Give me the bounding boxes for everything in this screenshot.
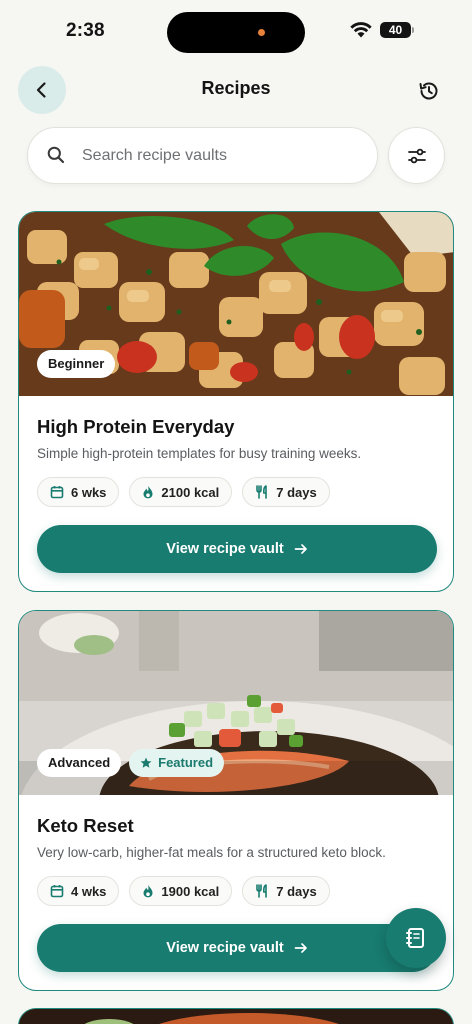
featured-badge: Featured: [129, 749, 225, 777]
history-button[interactable]: [414, 76, 444, 106]
page-title: Recipes: [201, 78, 271, 98]
days-value: 7 days: [276, 484, 317, 500]
recipe-card[interactable]: Beginner High Protein Everyday Simple hi…: [18, 211, 454, 592]
level-badge: Advanced: [37, 749, 122, 777]
notebook-icon: [406, 928, 424, 948]
calendar-icon: [50, 885, 64, 898]
badge-row: Advanced Featured: [37, 749, 225, 777]
utensils-icon: [256, 485, 268, 499]
card-body: Keto Reset Very low-carb, higher-fat mea…: [19, 795, 453, 990]
recipe-book-fab[interactable]: [386, 908, 446, 968]
search-input[interactable]: [82, 128, 362, 183]
stats-row: 4 wks 1900 kcal 7 days: [37, 876, 435, 906]
days-value: 7 days: [276, 883, 317, 899]
recipe-card-partial[interactable]: [18, 1008, 454, 1024]
view-recipe-vault-button[interactable]: View recipe vault: [37, 924, 437, 972]
level-badge: Beginner: [37, 350, 116, 378]
calories-chip: 2100 kcal: [129, 477, 233, 507]
featured-label: Featured: [158, 755, 214, 770]
filter-button[interactable]: [388, 127, 445, 184]
utensils-icon: [256, 884, 268, 898]
arrow-right-icon: [294, 943, 307, 953]
history-icon: [419, 82, 438, 100]
battery-indicator: 40: [380, 22, 414, 38]
dynamic-island: [167, 12, 305, 53]
cta-label: View recipe vault: [166, 541, 284, 557]
sliders-icon: [407, 148, 426, 163]
arrow-right-icon: [294, 544, 307, 554]
duration-value: 6 wks: [71, 484, 107, 500]
view-recipe-vault-button[interactable]: View recipe vault: [37, 525, 437, 573]
recipe-image: Beginner: [19, 212, 453, 396]
calories-chip: 1900 kcal: [129, 876, 233, 906]
card-description: Simple high-protein templates for busy t…: [37, 446, 362, 461]
status-time: 2:38: [66, 20, 105, 41]
card-description: Very low-carb, higher-fat meals for a st…: [37, 845, 386, 860]
top-nav: Recipes: [0, 64, 472, 114]
card-title: Keto Reset: [37, 815, 134, 836]
flame-icon: [143, 884, 153, 898]
wifi-icon: [350, 22, 372, 38]
duration-chip: 4 wks: [37, 876, 120, 906]
search-bar[interactable]: [27, 127, 378, 184]
calendar-icon: [50, 486, 64, 499]
badge-row: Beginner: [37, 350, 116, 378]
days-chip: 7 days: [242, 876, 330, 906]
calories-value: 2100 kcal: [161, 484, 220, 500]
card-body: High Protein Everyday Simple high-protei…: [19, 396, 453, 591]
star-icon: [140, 757, 152, 768]
cta-label: View recipe vault: [166, 940, 284, 956]
card-title: High Protein Everyday: [37, 416, 235, 437]
status-bar: 2:38 40: [0, 0, 472, 64]
flame-icon: [143, 485, 153, 499]
days-chip: 7 days: [242, 477, 330, 507]
duration-value: 4 wks: [71, 883, 107, 899]
calories-value: 1900 kcal: [161, 883, 220, 899]
recording-dot: [258, 29, 265, 36]
duration-chip: 6 wks: [37, 477, 120, 507]
stats-row: 6 wks 2100 kcal 7 days: [37, 477, 435, 507]
search-icon: [47, 146, 65, 164]
recipe-image: Advanced Featured: [19, 611, 453, 795]
recipe-image: [19, 1009, 453, 1024]
